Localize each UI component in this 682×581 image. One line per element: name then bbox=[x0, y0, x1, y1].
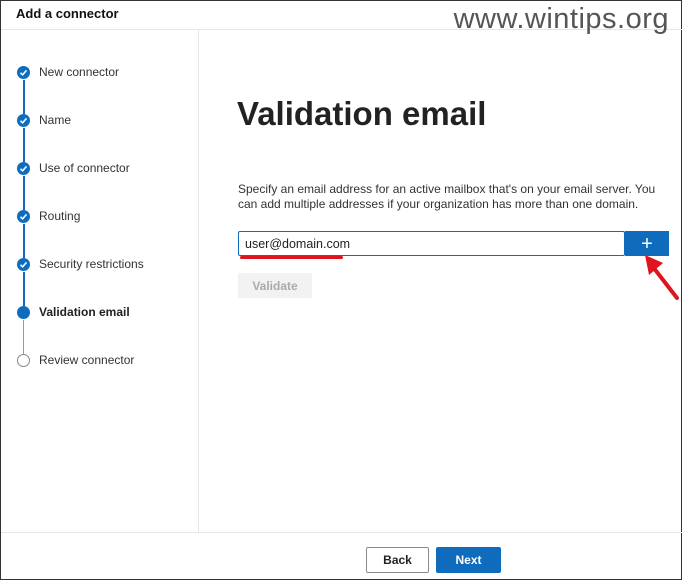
step-connector-line bbox=[23, 80, 25, 114]
check-circle-icon bbox=[17, 114, 30, 127]
next-button[interactable]: Next bbox=[436, 547, 501, 573]
email-input[interactable] bbox=[238, 231, 625, 256]
check-circle-icon bbox=[17, 210, 30, 223]
step-label: Review connector bbox=[39, 353, 135, 367]
step-label: Security restrictions bbox=[39, 257, 144, 271]
step-label: Name bbox=[39, 113, 72, 127]
pending-step-icon bbox=[17, 354, 30, 367]
step-label: Use of connector bbox=[39, 161, 130, 175]
step-connector-line bbox=[23, 176, 25, 210]
description: Specify an email address for an active m… bbox=[238, 182, 656, 211]
step-label: Validation email bbox=[39, 305, 130, 319]
red-arrow-annotation bbox=[645, 255, 679, 300]
red-underline-annotation bbox=[240, 256, 343, 259]
current-step-icon bbox=[17, 306, 30, 319]
page-title: Validation email bbox=[237, 95, 487, 132]
footer: Back Next bbox=[1, 532, 682, 581]
step-connector-line bbox=[23, 128, 25, 162]
step-label: New connector bbox=[39, 65, 120, 79]
step-label: Routing bbox=[39, 209, 81, 223]
step-connector-line bbox=[23, 272, 25, 306]
check-circle-icon bbox=[17, 66, 30, 79]
validate-button[interactable]: Validate bbox=[238, 273, 312, 298]
check-circle-icon bbox=[17, 162, 30, 175]
step-connector-line bbox=[23, 320, 24, 354]
dialog-title: Add a connector bbox=[16, 6, 119, 21]
check-circle-icon bbox=[17, 258, 30, 271]
back-button[interactable]: Back bbox=[366, 547, 429, 573]
watermark: www.wintips.org bbox=[453, 3, 669, 35]
step-sidebar: New connector Name Use of connector Routing… bbox=[1, 30, 199, 532]
header: Add a connector www.wintips.org bbox=[1, 1, 682, 35]
step-connector-line bbox=[23, 224, 25, 258]
